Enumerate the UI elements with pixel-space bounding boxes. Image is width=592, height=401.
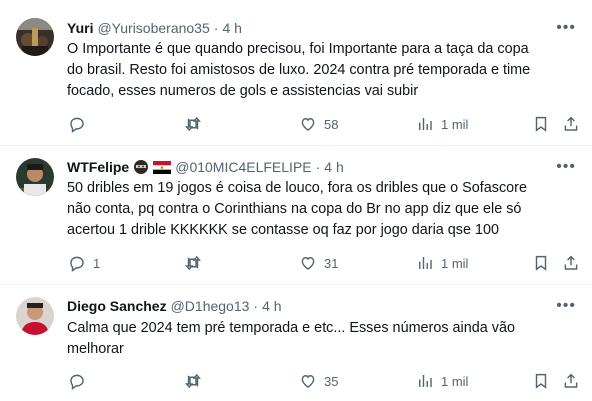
user-handle[interactable]: @Yurisoberano35 — [97, 18, 209, 38]
like-count: 31 — [324, 255, 339, 271]
like-button[interactable]: 58 — [299, 113, 338, 135]
share-button[interactable] — [562, 252, 580, 274]
bookmark-icon — [535, 116, 547, 132]
display-name[interactable]: Yuri — [67, 18, 93, 38]
retweet-icon — [185, 373, 201, 389]
tweet-text-line: melhorar — [67, 341, 124, 357]
tweet-text-line: do brasil. Resto foi amistosos de luxo. … — [67, 62, 531, 78]
reply-button[interactable]: 1 — [68, 252, 100, 274]
views-button[interactable]: 1 mil — [416, 113, 468, 135]
tweet-text-line: focado, esses numeros de gols e assisten… — [67, 83, 419, 99]
share-button[interactable] — [562, 370, 580, 392]
views-count: 1 mil — [441, 255, 469, 271]
heart-icon — [301, 375, 315, 388]
display-name[interactable]: WTFelipe — [67, 157, 129, 177]
action-bar: 1 31 1 mil — [66, 252, 580, 274]
retweet-button[interactable] — [184, 252, 209, 274]
avatar[interactable] — [16, 18, 54, 56]
retweet-icon — [185, 255, 201, 271]
display-name[interactable]: Diego Sanchez — [67, 296, 167, 316]
bookmark-button[interactable] — [532, 370, 550, 392]
retweet-icon — [185, 116, 201, 132]
separator-dot: · — [315, 159, 321, 175]
share-icon — [564, 255, 578, 270]
tweet-text-line: acertou 1 drible KKKKKK se contasse oq f… — [67, 222, 499, 238]
like-count: 58 — [324, 116, 339, 132]
bookmark-icon — [535, 255, 547, 271]
more-options-icon[interactable]: ••• — [556, 157, 576, 177]
tweet-text-line: 50 dribles em 19 jogos é coisa de louco,… — [67, 180, 527, 196]
action-bar: 58 1 mil — [66, 113, 580, 135]
reply-icon — [70, 374, 84, 390]
heart-icon — [301, 118, 315, 131]
tweet[interactable]: Diego Sanchez @D1hego13 · 4 h ••• Calma … — [0, 285, 592, 401]
like-button[interactable]: 31 — [299, 252, 338, 274]
views-chart-icon — [419, 375, 432, 387]
retweet-button[interactable] — [184, 113, 209, 135]
ninja-emoji-icon — [133, 159, 149, 175]
tweet-text: O Importante é que quando precisou, foi … — [67, 39, 574, 102]
reply-icon — [70, 256, 84, 272]
like-button[interactable]: 35 — [299, 370, 338, 392]
timestamp[interactable]: 4 h — [262, 296, 281, 316]
tweet[interactable]: WTFelipe @010MIC4ELFELIPE · 4 h ••• 50 d… — [0, 146, 592, 285]
more-options-icon[interactable]: ••• — [556, 18, 576, 38]
views-button[interactable]: 1 mil — [416, 252, 468, 274]
views-chart-icon — [419, 118, 432, 130]
reply-icon — [70, 117, 84, 133]
timestamp[interactable]: 4 h — [324, 157, 343, 177]
tweet-header: Yuri @Yurisoberano35 · 4 h ••• — [67, 18, 576, 38]
more-options-icon[interactable]: ••• — [556, 296, 576, 316]
tweet[interactable]: Yuri @Yurisoberano35 · 4 h ••• O Importa… — [0, 0, 592, 146]
views-chart-icon — [419, 257, 432, 269]
separator-dot: · — [253, 298, 259, 314]
views-count: 1 mil — [441, 116, 469, 132]
views-button[interactable]: 1 mil — [416, 370, 468, 392]
share-icon — [564, 116, 578, 131]
user-handle[interactable]: @D1hego13 — [171, 296, 250, 316]
reply-count: 1 — [93, 255, 101, 271]
action-bar: 35 1 mil — [66, 370, 580, 392]
bookmark-icon — [535, 373, 547, 389]
heart-icon — [301, 257, 315, 270]
reply-button[interactable] — [68, 370, 93, 392]
user-handle[interactable]: @010MIC4ELFELIPE — [175, 157, 311, 177]
tweet-text: Calma que 2024 tem pré temporada e etc..… — [67, 318, 574, 360]
tweet-header: WTFelipe @010MIC4ELFELIPE · 4 h ••• — [67, 157, 576, 177]
separator-dot: · — [213, 20, 219, 36]
timestamp[interactable]: 4 h — [222, 18, 241, 38]
tweet-text-line: não conta, pq contra o Corinthians na co… — [67, 201, 522, 217]
avatar[interactable] — [16, 297, 54, 335]
share-icon — [564, 373, 578, 388]
views-count: 1 mil — [441, 373, 469, 389]
egypt-flag-icon — [153, 160, 172, 174]
retweet-button[interactable] — [184, 370, 209, 392]
like-count: 35 — [324, 373, 339, 389]
tweet-text-line: Calma que 2024 tem pré temporada e etc..… — [67, 320, 515, 336]
tweet-header: Diego Sanchez @D1hego13 · 4 h ••• — [67, 296, 576, 316]
tweet-text: 50 dribles em 19 jogos é coisa de louco,… — [67, 178, 574, 241]
tweet-text-line: O Importante é que quando precisou, foi … — [67, 41, 529, 57]
share-button[interactable] — [562, 113, 580, 135]
bookmark-button[interactable] — [532, 252, 550, 274]
reply-button[interactable] — [68, 113, 93, 135]
bookmark-button[interactable] — [532, 113, 550, 135]
avatar[interactable] — [16, 158, 54, 196]
